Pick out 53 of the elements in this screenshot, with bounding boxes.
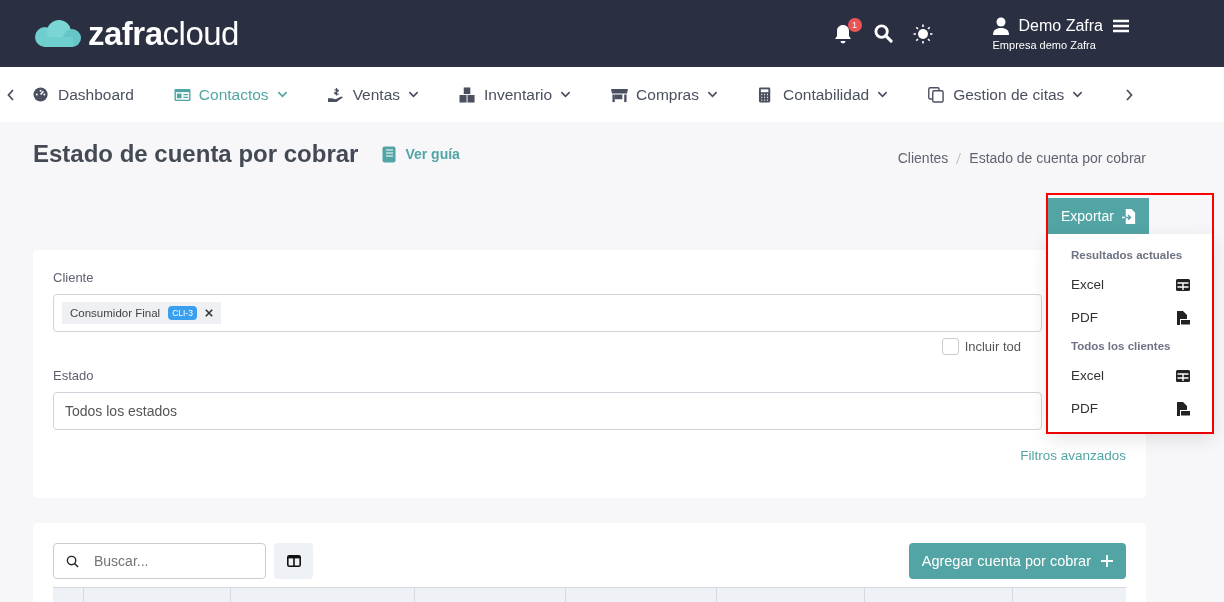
menu-icon[interactable] — [1113, 18, 1129, 33]
notification-badge: 1 — [847, 17, 862, 32]
nav-item[interactable]: Contabilidad — [758, 85, 889, 104]
menu-item[interactable]: Excel — [1048, 269, 1212, 302]
field-label: Cliente — [53, 270, 94, 285]
chevron-left-icon[interactable] — [7, 88, 15, 101]
nav-item[interactable]: Dashboard — [33, 85, 134, 104]
book-icon — [382, 145, 397, 163]
table-icon — [1176, 278, 1190, 291]
chevron-right-icon[interactable] — [1125, 88, 1134, 101]
columns-button[interactable] — [274, 543, 313, 579]
nav-item[interactable]: Gestion de citas — [928, 85, 1084, 104]
field-label: Estado — [53, 368, 94, 383]
menu-item[interactable]: Excel — [1048, 360, 1212, 393]
pdf-file-icon — [1176, 401, 1190, 416]
user-name[interactable]: Demo Zafra — [1018, 16, 1103, 35]
menu-item[interactable]: PDF — [1048, 302, 1212, 335]
user-icon[interactable] — [992, 16, 1009, 35]
search-icon[interactable] — [873, 24, 893, 43]
company-name: Empresa demo Zafra — [992, 38, 1097, 51]
checkbox-label: Incluir tod — [964, 338, 1021, 354]
menu-section-label: Resultados actuales — [1070, 248, 1184, 263]
table-icon — [1176, 369, 1190, 382]
search-field[interactable]: Buscar... — [53, 543, 266, 579]
id-card-icon — [173, 86, 191, 103]
boxes-icon — [459, 86, 477, 103]
search-icon — [66, 555, 79, 568]
cloud-icon — [34, 18, 84, 49]
menu-section-label: Todos los clientes — [1070, 339, 1172, 354]
logo-text: zafracloud — [88, 14, 239, 53]
sun-icon[interactable] — [912, 23, 933, 44]
plus-icon — [1101, 555, 1113, 567]
remove-icon[interactable] — [204, 309, 213, 317]
breadcrumb-item: Estado de cuenta por cobrar — [969, 150, 1146, 166]
gauge-icon — [33, 86, 50, 103]
nav-item[interactable]: Compras — [611, 85, 718, 104]
store-icon — [611, 86, 629, 103]
breadcrumb-item[interactable]: Clientes — [897, 150, 949, 166]
pdf-file-icon — [1176, 310, 1190, 325]
copy-icon — [928, 86, 946, 103]
page-title: Estado de cuenta por cobrar — [33, 140, 359, 168]
file-export-icon — [1121, 208, 1137, 224]
code-badge: CLI-3 — [168, 306, 197, 320]
hand-coin-icon — [327, 86, 345, 103]
menu-item[interactable]: PDF — [1048, 393, 1212, 426]
nav-item[interactable]: Inventario — [459, 85, 572, 104]
client-tag: Consumidor Final CLI-3 — [62, 302, 221, 324]
nav-item[interactable]: Ventas — [327, 85, 420, 104]
status-select[interactable]: Todos los estados — [53, 392, 1042, 430]
client-select[interactable]: Consumidor Final CLI-3 — [53, 294, 1042, 332]
bell-icon[interactable] — [833, 23, 852, 44]
columns-icon — [286, 555, 301, 567]
checkbox[interactable] — [941, 337, 959, 355]
